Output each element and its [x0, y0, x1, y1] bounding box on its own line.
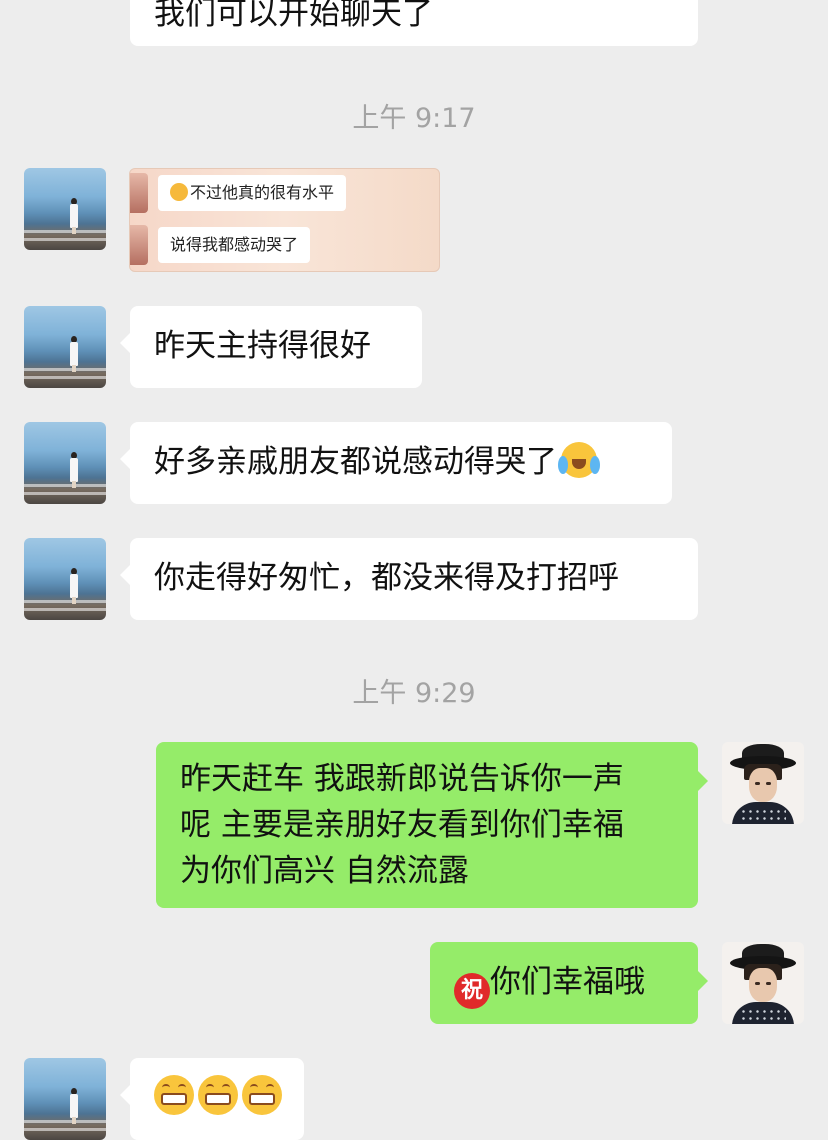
beach-girl-avatar-icon [70, 336, 78, 372]
message-text: 你走得好匆忙，都没来得及打招呼 [154, 560, 619, 596]
self-avatar[interactable] [722, 942, 804, 1024]
grinning-teeth-emoji-icon [242, 1075, 282, 1115]
contact-avatar[interactable] [24, 306, 106, 388]
self-avatar[interactable] [722, 742, 804, 824]
message-bubble-outgoing[interactable]: 祝你们幸福哦 [430, 942, 708, 1024]
message-text-line: 昨天赶车 我跟新郎说告诉你一声 [180, 761, 624, 797]
message-text: 你们幸福哦 [490, 964, 645, 1000]
message-bubble-incoming[interactable]: 我们可以开始聊天了 [130, 0, 698, 46]
message-text: 昨天主持得很好 [154, 328, 371, 364]
message-text: 好多亲戚朋友都说感动得哭了 [154, 444, 557, 480]
grinning-teeth-emoji-icon [154, 1075, 194, 1115]
beach-girl-avatar-icon [70, 452, 78, 488]
message-bubble-incoming[interactable]: 好多亲戚朋友都说感动得哭了 [120, 422, 672, 504]
contact-avatar[interactable] [24, 1058, 106, 1140]
thinking-emoji-icon [170, 183, 188, 201]
contact-avatar[interactable] [24, 538, 106, 620]
crying-laughing-emoji-icon [558, 442, 600, 478]
message-bubble-incoming[interactable] [120, 1058, 304, 1140]
mini-avatar-icon [130, 225, 148, 265]
beach-girl-avatar-icon [70, 198, 78, 234]
message-bubble-incoming[interactable]: 昨天主持得很好 [120, 306, 422, 388]
beach-girl-avatar-icon [70, 568, 78, 604]
mini-avatar-icon [130, 173, 148, 213]
message-text-line: 为你们高兴 自然流露 [180, 853, 469, 889]
message-text: 我们可以开始聊天了 [154, 0, 433, 32]
message-text-line: 呢 主要是亲朋好友看到你们幸福 [180, 807, 624, 843]
zhu-blessing-emoji-icon: 祝 [454, 973, 490, 1009]
screenshot-bubble: 不过他真的很有水平 [158, 175, 347, 211]
timestamp: 上午 9:17 [352, 103, 476, 134]
screenshot-bubble: 说得我都感动哭了 [158, 227, 311, 263]
message-bubble-outgoing[interactable]: 昨天赶车 我跟新郎说告诉你一声 呢 主要是亲朋好友看到你们幸福 为你们高兴 自然… [156, 742, 708, 908]
beach-girl-avatar-icon [70, 1088, 78, 1124]
grinning-teeth-emoji-icon [198, 1075, 238, 1115]
screenshot-image-message[interactable]: 不过他真的很有水平 说得我都感动哭了 [129, 168, 440, 272]
timestamp: 上午 9:29 [352, 678, 476, 709]
message-bubble-incoming[interactable]: 你走得好匆忙，都没来得及打招呼 [120, 538, 698, 620]
contact-avatar[interactable] [24, 168, 106, 250]
contact-avatar[interactable] [24, 422, 106, 504]
